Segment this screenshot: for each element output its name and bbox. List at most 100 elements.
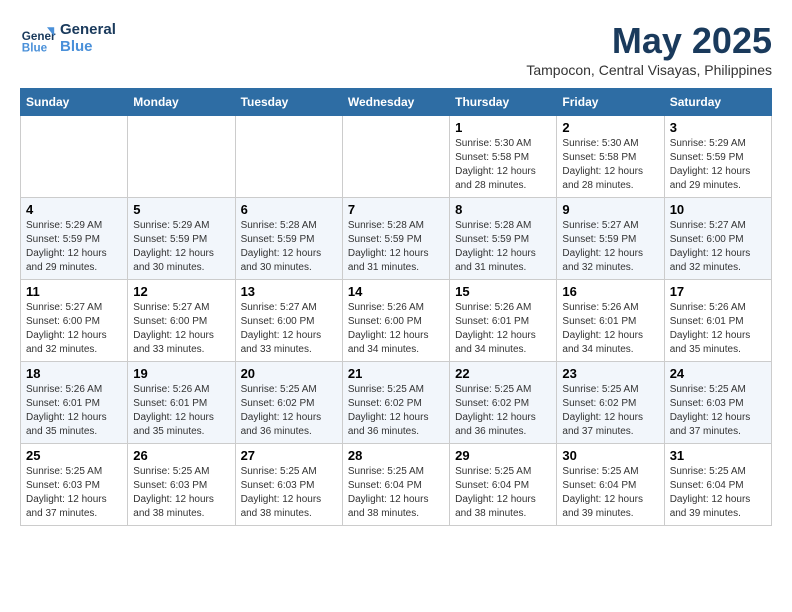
day-number: 4 (26, 202, 122, 217)
month-year-title: May 2025 (526, 20, 772, 62)
calendar-table: SundayMondayTuesdayWednesdayThursdayFrid… (20, 88, 772, 526)
calendar-cell: 22Sunrise: 5:25 AM Sunset: 6:02 PM Dayli… (450, 362, 557, 444)
weekday-header-tuesday: Tuesday (235, 89, 342, 116)
calendar-cell: 24 Sunrise: 5:25 AM Sunset: 6:03 PM Dayli… (664, 362, 771, 444)
day-info: Sunrise: 5:25 AM Sunset: 6:03 PM Dayligh… (241, 465, 337, 521)
day-info: Sunrise: 5:29 AM Sunset: 5:59 PM Dayligh… (670, 137, 766, 193)
day-number: 20 (241, 366, 337, 381)
day-number: 30 (562, 448, 658, 463)
day-number: 21 (348, 366, 444, 381)
day-info: Sunrise: 5:29 AM Sunset: 5:59 PM Dayligh… (26, 219, 122, 275)
calendar-cell: 5 Sunrise: 5:29 AM Sunset: 5:59 PM Daylig… (128, 198, 235, 280)
calendar-cell (21, 116, 128, 198)
day-number: 25 (26, 448, 122, 463)
day-number: 28 (348, 448, 444, 463)
day-info: Sunrise: 5:27 AM Sunset: 6:00 PM Dayligh… (670, 219, 766, 275)
calendar-cell: 27 Sunrise: 5:25 AM Sunset: 6:03 PM Dayli… (235, 444, 342, 526)
calendar-cell: 25Sunrise: 5:25 AM Sunset: 6:03 PM Dayli… (21, 444, 128, 526)
weekday-header-thursday: Thursday (450, 89, 557, 116)
day-number: 17 (670, 284, 766, 299)
calendar-week-row: 25 Sunrise: 5:25 AM Sunset: 6:03 PM Dayli… (21, 444, 772, 526)
day-info: Sunrise: 5:25 AM Sunset: 6:04 PM Dayligh… (562, 465, 658, 521)
day-number: 23 (562, 366, 658, 381)
day-info: Sunrise: 5:25 AM Sunset: 6:02 PM Dayligh… (241, 383, 337, 439)
day-number: 18 (26, 366, 122, 381)
day-info: Sunrise: 5:28 AM Sunset: 5:59 PM Dayligh… (348, 219, 444, 275)
calendar-cell: 17 Sunrise: 5:26 AM Sunset: 6:01 PM Dayli… (664, 280, 771, 362)
calendar-cell (342, 116, 449, 198)
day-info: Sunrise: 5:28 AM Sunset: 5:59 PM Dayligh… (241, 219, 337, 275)
day-info: Sunrise: 5:26 AM Sunset: 6:01 PM Dayligh… (133, 383, 229, 439)
day-info: Sunrise: 5:29 AM Sunset: 5:59 PM Dayligh… (133, 219, 229, 275)
calendar-cell (235, 116, 342, 198)
calendar-cell: 12 Sunrise: 5:27 AM Sunset: 6:00 PM Dayli… (128, 280, 235, 362)
day-info: Sunrise: 5:26 AM Sunset: 6:01 PM Dayligh… (455, 301, 551, 357)
day-number: 27 (241, 448, 337, 463)
day-info: Sunrise: 5:27 AM Sunset: 6:00 PM Dayligh… (26, 301, 122, 357)
calendar-cell: 1 Sunrise: 5:30 AM Sunset: 5:58 PM Daylig… (450, 116, 557, 198)
day-info: Sunrise: 5:25 AM Sunset: 6:02 PM Dayligh… (348, 383, 444, 439)
day-info: Sunrise: 5:26 AM Sunset: 6:01 PM Dayligh… (670, 301, 766, 357)
calendar-cell: 7 Sunrise: 5:28 AM Sunset: 5:59 PM Daylig… (342, 198, 449, 280)
day-number: 24 (670, 366, 766, 381)
calendar-cell: 2 Sunrise: 5:30 AM Sunset: 5:58 PM Daylig… (557, 116, 664, 198)
day-number: 16 (562, 284, 658, 299)
day-number: 14 (348, 284, 444, 299)
title-section: May 2025 Tampocon, Central Visayas, Phil… (526, 20, 772, 78)
day-info: Sunrise: 5:30 AM Sunset: 5:58 PM Dayligh… (562, 137, 658, 193)
day-info: Sunrise: 5:25 AM Sunset: 6:02 PM Dayligh… (562, 383, 658, 439)
day-number: 7 (348, 202, 444, 217)
calendar-cell: 9 Sunrise: 5:27 AM Sunset: 5:59 PM Daylig… (557, 198, 664, 280)
day-number: 12 (133, 284, 229, 299)
day-info: Sunrise: 5:27 AM Sunset: 6:00 PM Dayligh… (241, 301, 337, 357)
day-number: 9 (562, 202, 658, 217)
logo: General Blue General Blue (20, 20, 116, 56)
day-info: Sunrise: 5:25 AM Sunset: 6:03 PM Dayligh… (133, 465, 229, 521)
day-number: 11 (26, 284, 122, 299)
calendar-cell (128, 116, 235, 198)
day-number: 10 (670, 202, 766, 217)
calendar-cell: 11 Sunrise: 5:27 AM Sunset: 6:00 PM Dayli… (21, 280, 128, 362)
calendar-cell: 23 Sunrise: 5:25 AM Sunset: 6:02 PM Dayli… (557, 362, 664, 444)
weekday-header-monday: Monday (128, 89, 235, 116)
day-info: Sunrise: 5:25 AM Sunset: 6:03 PM Dayligh… (670, 383, 766, 439)
day-number: 19 (133, 366, 229, 381)
day-info: Sunrise: 5:26 AM Sunset: 6:00 PM Dayligh… (348, 301, 444, 357)
calendar-header-row: SundayMondayTuesdayWednesdayThursdayFrid… (21, 89, 772, 116)
calendar-cell: 6 Sunrise: 5:28 AM Sunset: 5:59 PM Daylig… (235, 198, 342, 280)
calendar-cell: 8Sunrise: 5:28 AM Sunset: 5:59 PM Daylig… (450, 198, 557, 280)
day-number: 1 (455, 120, 551, 135)
day-info: Sunrise: 5:27 AM Sunset: 5:59 PM Dayligh… (562, 219, 658, 275)
calendar-cell: 15Sunrise: 5:26 AM Sunset: 6:01 PM Dayli… (450, 280, 557, 362)
day-info: Sunrise: 5:25 AM Sunset: 6:02 PM Dayligh… (455, 383, 551, 439)
weekday-header-saturday: Saturday (664, 89, 771, 116)
calendar-week-row: 1 Sunrise: 5:30 AM Sunset: 5:58 PM Daylig… (21, 116, 772, 198)
day-info: Sunrise: 5:25 AM Sunset: 6:04 PM Dayligh… (670, 465, 766, 521)
calendar-cell: 29Sunrise: 5:25 AM Sunset: 6:04 PM Dayli… (450, 444, 557, 526)
header: General Blue General Blue May 2025 Tampo… (20, 20, 772, 78)
logo-line2: Blue (60, 38, 116, 55)
calendar-cell: 21 Sunrise: 5:25 AM Sunset: 6:02 PM Dayli… (342, 362, 449, 444)
day-number: 31 (670, 448, 766, 463)
day-info: Sunrise: 5:30 AM Sunset: 5:58 PM Dayligh… (455, 137, 551, 193)
day-number: 2 (562, 120, 658, 135)
weekday-header-friday: Friday (557, 89, 664, 116)
calendar-cell: 30 Sunrise: 5:25 AM Sunset: 6:04 PM Dayli… (557, 444, 664, 526)
location-text: Tampocon, Central Visayas, Philippines (526, 62, 772, 78)
logo-icon: General Blue (20, 20, 56, 56)
calendar-cell: 16Sunrise: 5:26 AM Sunset: 6:01 PM Dayli… (557, 280, 664, 362)
day-number: 6 (241, 202, 337, 217)
day-number: 13 (241, 284, 337, 299)
day-info: Sunrise: 5:27 AM Sunset: 6:00 PM Dayligh… (133, 301, 229, 357)
day-number: 29 (455, 448, 551, 463)
day-info: Sunrise: 5:26 AM Sunset: 6:01 PM Dayligh… (26, 383, 122, 439)
calendar-cell: 28Sunrise: 5:25 AM Sunset: 6:04 PM Dayli… (342, 444, 449, 526)
svg-text:Blue: Blue (22, 42, 48, 55)
day-number: 5 (133, 202, 229, 217)
day-number: 3 (670, 120, 766, 135)
calendar-cell: 4 Sunrise: 5:29 AM Sunset: 5:59 PM Daylig… (21, 198, 128, 280)
day-info: Sunrise: 5:28 AM Sunset: 5:59 PM Dayligh… (455, 219, 551, 275)
calendar-cell: 14 Sunrise: 5:26 AM Sunset: 6:00 PM Dayli… (342, 280, 449, 362)
logo-line1: General (60, 21, 116, 38)
calendar-cell: 20 Sunrise: 5:25 AM Sunset: 6:02 PM Dayli… (235, 362, 342, 444)
